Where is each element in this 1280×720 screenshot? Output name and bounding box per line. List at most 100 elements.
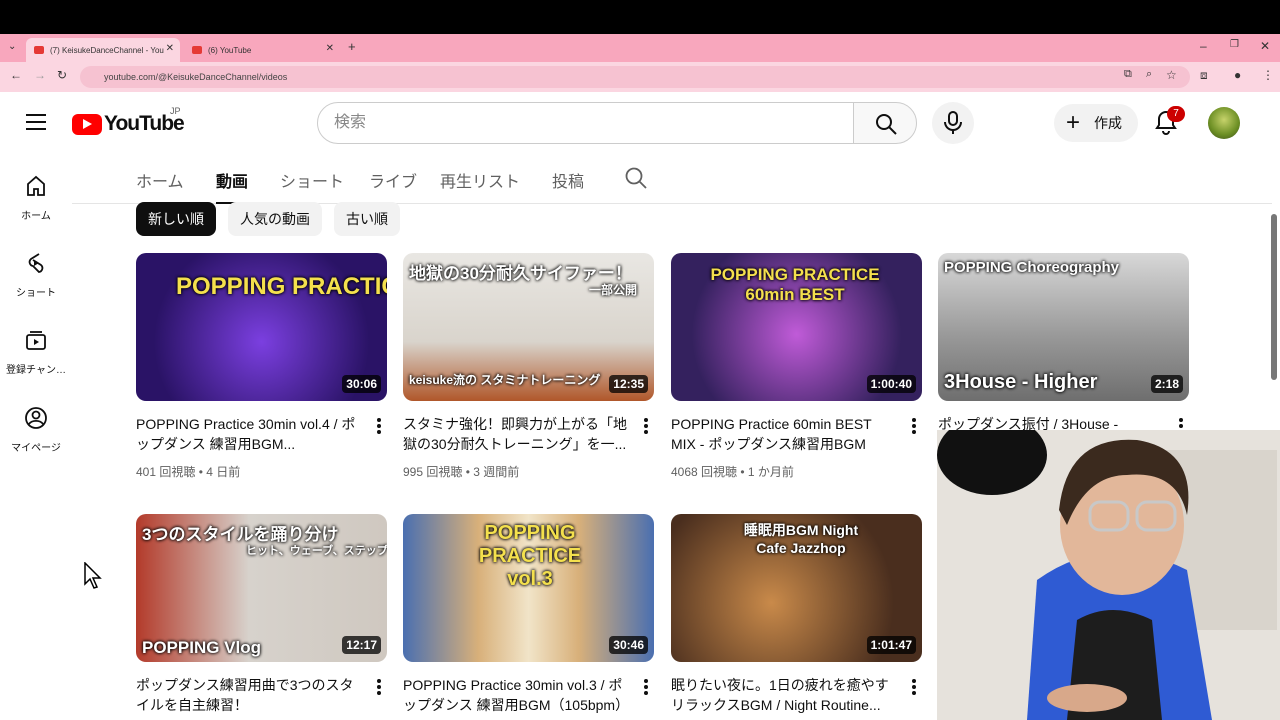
sidebar-item-shorts[interactable]: ショート bbox=[0, 251, 72, 299]
channel-search-icon[interactable] bbox=[624, 166, 648, 190]
chip-newest[interactable]: 新しい順 bbox=[136, 202, 216, 236]
duration-badge: 30:06 bbox=[342, 375, 381, 393]
video-thumbnail[interactable]: 3つのスタイルを踊り分け ヒット、ウェーブ、ステップ POPPING Vlog … bbox=[136, 514, 387, 662]
thumbnail-text: POPPING PRACTICE vol.4 bbox=[176, 273, 387, 300]
sidebar-item-subscriptions[interactable]: 登録チャン… bbox=[0, 328, 72, 376]
create-button[interactable]: + 作成 bbox=[1054, 104, 1138, 142]
tab-posts[interactable]: 投稿 bbox=[552, 168, 584, 192]
video-thumbnail[interactable]: POPPING PRACTICE vol.3 30:46 bbox=[403, 514, 654, 662]
thumbnail-text: POPPING PRACTICE vol.3 bbox=[478, 522, 582, 590]
tab-videos[interactable]: 動画 bbox=[216, 168, 249, 204]
sidebar-item-you[interactable]: マイページ bbox=[0, 406, 72, 454]
video-title[interactable]: POPPING Practice 60min BEST MIX - ポップダンス… bbox=[671, 414, 896, 456]
browser-tab[interactable]: (6) YouTube ✕ bbox=[184, 38, 340, 62]
more-options-icon[interactable] bbox=[636, 416, 656, 436]
avatar[interactable] bbox=[1208, 107, 1240, 139]
tab-live[interactable]: ライブ bbox=[369, 168, 417, 192]
browser-tab-bar: ⌄ (7) KeisukeDanceChannel - You ✕ (6) Yo… bbox=[0, 34, 1280, 62]
close-window-icon[interactable]: ✕ bbox=[1260, 39, 1270, 53]
video-title[interactable]: 眠りたい夜に。1日の疲れを癒やすリラックスBGM / Night Routine… bbox=[671, 675, 896, 715]
plus-icon: + bbox=[1066, 109, 1081, 136]
more-options-icon[interactable] bbox=[904, 416, 924, 436]
video-thumbnail[interactable]: 地獄の30分耐久サイファー！ 一部公開 keisuke流の スタミナトレーニング… bbox=[403, 253, 654, 401]
chip-oldest[interactable]: 古い順 bbox=[334, 202, 400, 236]
youtube-favicon-icon bbox=[34, 46, 44, 54]
video-title[interactable]: ポップダンス練習用曲で3つのスタイルを自主練習！ bbox=[136, 675, 361, 715]
extensions-icon[interactable]: ⧈ bbox=[1200, 68, 1208, 83]
hamburger-menu-icon[interactable] bbox=[26, 113, 46, 131]
thumbnail-bottom-text: POPPING Vlog bbox=[142, 638, 262, 657]
home-icon bbox=[27, 175, 45, 196]
new-tab-icon[interactable]: + bbox=[348, 39, 356, 54]
thumbnail-bottom-text: keisuke流の スタミナトレーニング bbox=[409, 373, 601, 387]
youtube-favicon-icon bbox=[192, 46, 202, 54]
sidebar-item-label: ホーム bbox=[21, 211, 51, 222]
bookmark-star-icon[interactable]: ☆ bbox=[1166, 68, 1177, 82]
sidebar-item-label: 登録チャン… bbox=[6, 365, 66, 376]
more-options-icon[interactable] bbox=[369, 416, 389, 436]
video-thumbnail[interactable]: POPPING PRACTICE 60min BEST 1:00:40 bbox=[671, 253, 922, 401]
tab-playlists[interactable]: 再生リスト bbox=[440, 168, 520, 192]
voice-search-button[interactable] bbox=[932, 102, 974, 144]
minimize-icon[interactable]: – bbox=[1200, 39, 1207, 53]
duration-badge: 1:01:47 bbox=[866, 636, 916, 654]
search-button[interactable] bbox=[853, 102, 917, 144]
tab-search-icon[interactable]: ⌄ bbox=[8, 41, 16, 52]
video-meta: 4068 回視聴 • 1 か月前 bbox=[671, 465, 794, 479]
upload-age: 4 日前 bbox=[206, 465, 241, 479]
url-text: youtube.com/@KeisukeDanceChannel/videos bbox=[104, 72, 288, 82]
sidebar-item-label: ショート bbox=[16, 288, 56, 299]
more-options-icon[interactable] bbox=[904, 677, 924, 697]
sidebar: ホーム ショート 登録チャン… マイページ bbox=[0, 154, 72, 720]
thumbnail-bottom-text: 3House - Higher bbox=[944, 371, 1098, 393]
channel-tabs: ホーム 動画 ショート ライブ 再生リスト 投稿 bbox=[72, 154, 1272, 204]
more-options-icon[interactable] bbox=[369, 677, 389, 697]
page-scrollbar[interactable] bbox=[1271, 214, 1277, 380]
create-label: 作成 bbox=[1094, 115, 1122, 131]
video-title[interactable]: POPPING Practice 30min vol.4 / ポップダンス 練習… bbox=[136, 414, 361, 454]
tab-shorts[interactable]: ショート bbox=[280, 168, 344, 192]
presenter-video bbox=[937, 430, 1280, 720]
zoom-icon[interactable]: ⌕ bbox=[1146, 68, 1152, 81]
thumbnail-text: POPPING Choreography bbox=[944, 259, 1120, 276]
duration-badge: 12:35 bbox=[609, 375, 648, 393]
reload-icon[interactable]: ↻ bbox=[57, 68, 67, 82]
duration-badge: 2:18 bbox=[1150, 375, 1183, 393]
search-input[interactable]: 検索 bbox=[317, 102, 854, 144]
view-count: 401 回視聴 bbox=[136, 465, 196, 479]
restore-icon[interactable]: ❐ bbox=[1230, 39, 1239, 50]
close-tab-icon[interactable]: ✕ bbox=[166, 43, 174, 54]
webcam-overlay bbox=[937, 430, 1280, 720]
address-bar-row: ← → ↻ youtube.com/@KeisukeDanceChannel/v… bbox=[0, 62, 1280, 92]
mouse-cursor-icon bbox=[84, 562, 102, 589]
video-title[interactable]: POPPING Practice 30min vol.3 / ポップダンス 練習… bbox=[403, 675, 628, 715]
upload-age: 3 週間前 bbox=[473, 465, 520, 479]
url-field[interactable]: youtube.com/@KeisukeDanceChannel/videos bbox=[80, 66, 1190, 88]
video-thumbnail[interactable]: POPPING PRACTICE vol.4 30:06 bbox=[136, 253, 387, 401]
profile-icon[interactable]: ● bbox=[1234, 68, 1241, 82]
view-count: 4068 回視聴 bbox=[671, 465, 738, 479]
region-label: JP bbox=[170, 106, 181, 116]
shorts-icon bbox=[28, 253, 44, 273]
video-thumbnail[interactable]: 睡眠用BGM Night Cafe Jazzhop 1:01:47 bbox=[671, 514, 922, 662]
video-thumbnail[interactable]: POPPING Choreography 3House - Higher 2:1… bbox=[938, 253, 1189, 401]
install-icon[interactable]: ⧉ bbox=[1124, 68, 1132, 81]
close-tab-icon[interactable]: ✕ bbox=[326, 43, 334, 54]
youtube-header: YouTube JP 検索 + 作成 7 bbox=[0, 92, 1280, 154]
video-meta: 401 回視聴 • 4 日前 bbox=[136, 465, 241, 479]
duration-badge: 12:17 bbox=[342, 636, 381, 654]
browser-tab-active[interactable]: (7) KeisukeDanceChannel - You ✕ bbox=[26, 38, 180, 62]
more-options-icon[interactable] bbox=[636, 677, 656, 697]
duration-badge: 30:46 bbox=[609, 636, 648, 654]
tab-home[interactable]: ホーム bbox=[136, 168, 184, 192]
menu-icon[interactable]: ⋮ bbox=[1262, 68, 1274, 82]
sidebar-item-home[interactable]: ホーム bbox=[0, 174, 72, 222]
search-placeholder: 検索 bbox=[334, 114, 367, 131]
youtube-logo[interactable]: YouTube JP bbox=[72, 106, 185, 136]
youtube-play-icon bbox=[72, 113, 102, 135]
search-icon bbox=[876, 114, 897, 135]
forward-icon[interactable]: → bbox=[34, 68, 46, 82]
back-icon[interactable]: ← bbox=[10, 68, 22, 82]
chip-popular[interactable]: 人気の動画 bbox=[228, 202, 322, 236]
video-title[interactable]: スタミナ強化！即興力が上がる「地獄の30分耐久トレーニング」を一... bbox=[403, 414, 628, 454]
